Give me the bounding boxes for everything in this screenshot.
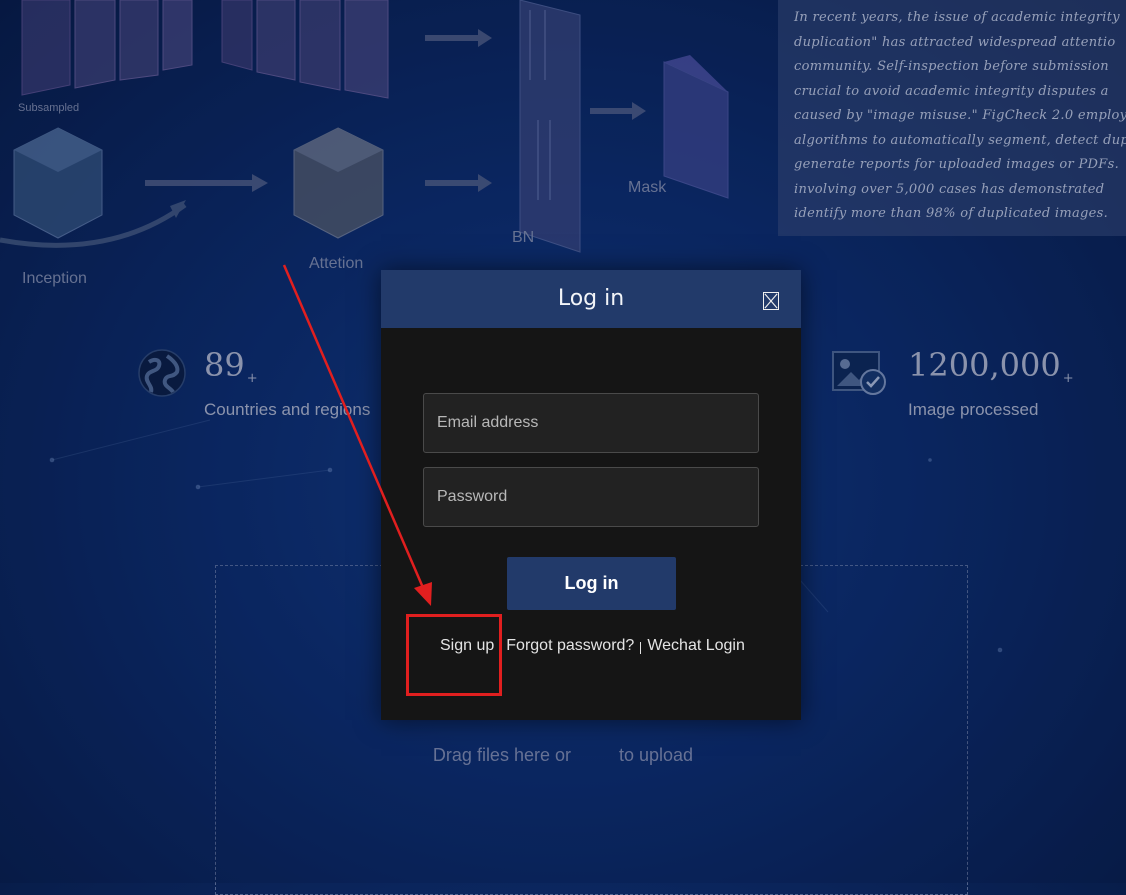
- wechat-login-link[interactable]: Wechat Login: [647, 637, 745, 655]
- modal-title: Log in: [557, 286, 625, 311]
- login-button[interactable]: Log in: [507, 557, 676, 610]
- forgot-password-link[interactable]: Forgot password?: [506, 637, 634, 655]
- link-separator: [640, 641, 642, 654]
- password-field[interactable]: [423, 467, 759, 527]
- modal-header: Log in: [381, 270, 801, 328]
- close-icon[interactable]: [763, 292, 779, 310]
- annotation-highlight-box: [406, 614, 502, 696]
- email-field[interactable]: [423, 393, 759, 453]
